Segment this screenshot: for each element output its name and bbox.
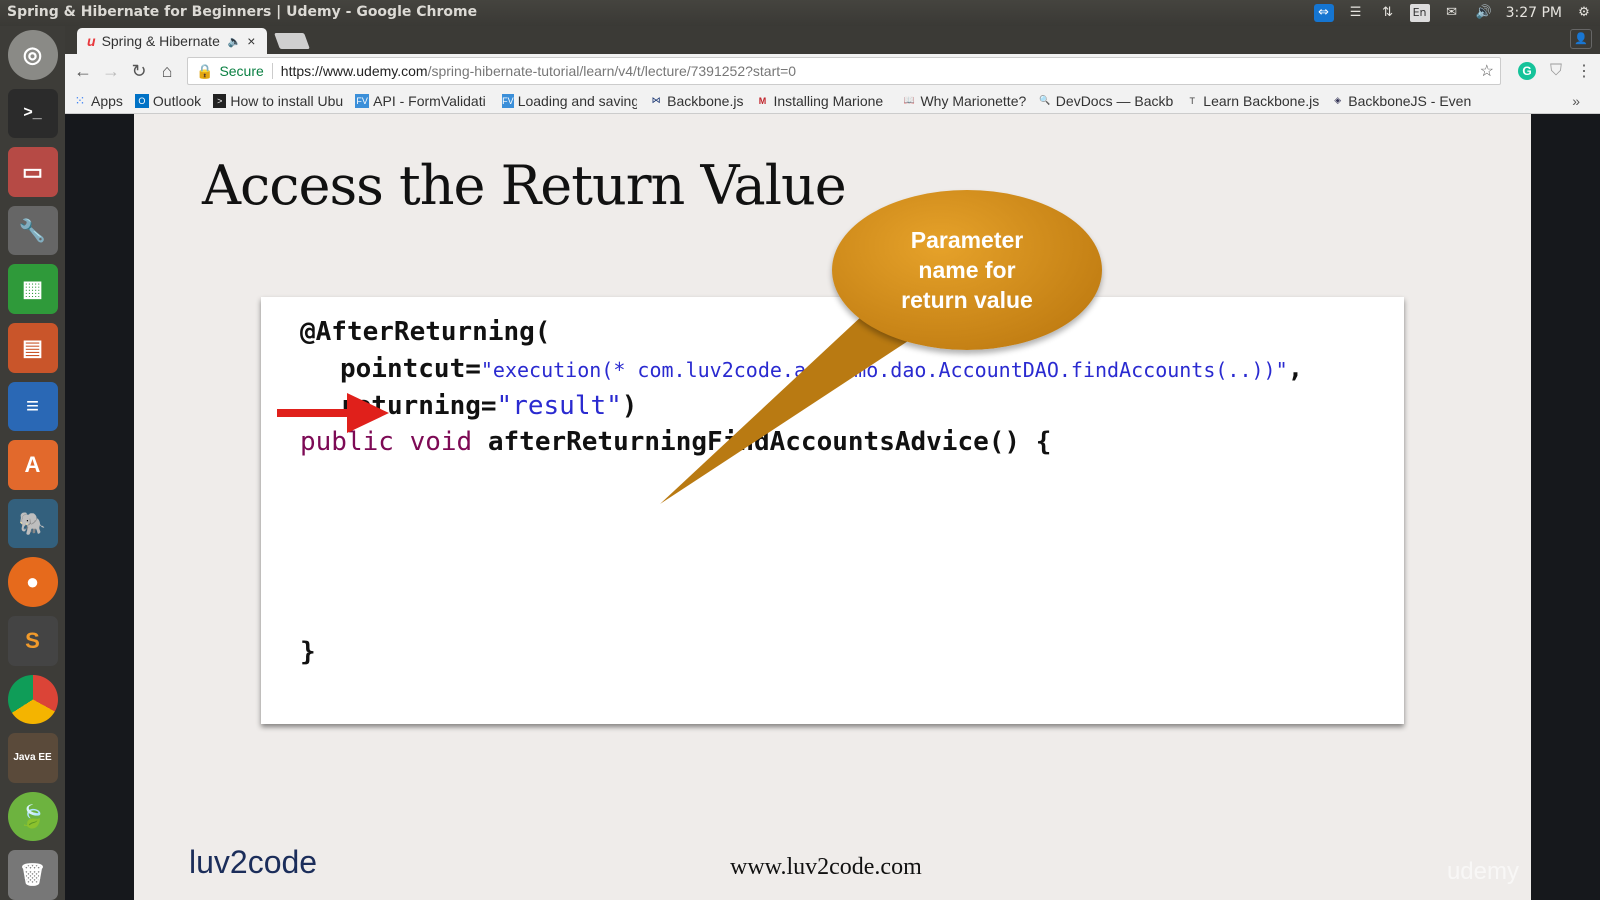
profile-button[interactable]: 👤 [1570, 29, 1592, 49]
mail-icon[interactable]: ✉ [1442, 4, 1462, 22]
url-path: /spring-hibernate-tutorial/learn/v4/t/le… [427, 63, 797, 79]
bookmark-label: Backbone.js [667, 92, 744, 109]
libreoffice-impress-icon[interactable]: ▤ [7, 322, 58, 373]
callout-bubble: Parameter name for return value [832, 190, 1102, 350]
luv2code-logo: luv2code [189, 844, 318, 880]
bookmark-label: API - FormValidati [373, 92, 486, 109]
system-tray: ⇔ ☰ ⇅ En ✉ 🔊 3:27 PM ⚙ [1313, 0, 1594, 26]
power-gear-icon[interactable]: ⚙ [1574, 4, 1594, 22]
bookmark-devdocs[interactable]: 🔍 DevDocs — Backb [1038, 93, 1173, 109]
red-arrow-icon [277, 393, 389, 433]
chrome-menu-icon[interactable]: ⋮ [1576, 61, 1592, 81]
bookmark-install-ubuntu[interactable]: > How to install Ubu [213, 93, 343, 109]
bookmark-installing-marionette[interactable]: M Installing Marione [755, 93, 890, 109]
website-url: www.luv2code.com [730, 854, 922, 880]
tab-strip: u Spring & Hibernate for Beginners | Ude… [65, 26, 1600, 54]
backbone-icon: ⋈ [651, 95, 661, 105]
video-player[interactable]: Access the Return Value @AfterReturning(… [65, 114, 1600, 900]
firefox-icon[interactable]: ● [7, 557, 58, 607]
unity-launcher: ◎ >_ ▭ 🔧 ▦ ▤ ≡ A 🐘 ● S Java EE 🍃 🗑 [0, 26, 65, 900]
lock-icon: 🔒 [196, 62, 214, 79]
callout-text: Parameter name for return value [901, 227, 1033, 313]
bookmarks-bar: ⁙ Apps O Outlook > How to install Ubu FV API… [65, 88, 1600, 114]
marionette-icon: M [758, 95, 767, 106]
udemy-watermark: udemy [1446, 858, 1519, 885]
fv-icon: FV [355, 93, 370, 108]
chrome-icon[interactable] [7, 674, 58, 725]
extensions: G ⛉ ⋮ [1517, 61, 1592, 81]
tab-title: Spring & Hibernate for Beginners | Udemy [101, 33, 222, 49]
bookmark-label: Outlook [152, 92, 202, 109]
libreoffice-calc-icon[interactable]: ▦ [7, 264, 58, 314]
clock[interactable]: 3:27 PM [1506, 1, 1562, 25]
files-icon[interactable]: ▭ [7, 147, 58, 197]
bookmark-formvalidation[interactable]: FV API - FormValidati [355, 93, 490, 109]
terminal-icon: > [213, 93, 227, 108]
tab-udemy[interactable]: u Spring & Hibernate for Beginners | Ude… [77, 28, 267, 54]
bookmark-label: Learn Backbone.js [1203, 92, 1320, 109]
grammarly-icon[interactable]: G [1517, 62, 1536, 80]
audio-playing-icon[interactable]: 🔈 [228, 35, 242, 48]
window-title: Spring & Hibernate for Beginners | Udemy… [7, 4, 478, 20]
network-icon[interactable]: ⇅ [1378, 4, 1398, 22]
reload-icon[interactable]: ↻ [125, 61, 153, 82]
more-bookmarks-chevron-icon[interactable]: » [1572, 93, 1580, 109]
fv-icon: FV [502, 93, 514, 108]
bookmark-label: BackboneJS - Even [1348, 92, 1472, 109]
shield-extension-icon[interactable]: ⛉ [1550, 62, 1562, 80]
t-icon: T [1189, 95, 1196, 106]
new-tab-button[interactable] [274, 33, 310, 49]
keyboard-layout-indicator[interactable]: En [1409, 4, 1430, 22]
window-titlebar: Spring & Hibernate for Beginners | Udemy… [0, 0, 1600, 26]
udemy-favicon-icon: u [87, 33, 96, 49]
bookmark-outlook[interactable]: O Outlook [134, 92, 202, 109]
lecture-slide: Access the Return Value @AfterReturning(… [134, 114, 1531, 900]
book-icon: 📖 [903, 95, 916, 105]
teamviewer-icon[interactable]: ⇔ [1313, 4, 1334, 22]
bookmark-label: Installing Marione [773, 92, 884, 109]
ubuntu-dash-icon[interactable]: ◎ [7, 30, 58, 80]
spring-tool-suite-icon[interactable]: 🍃 [7, 791, 58, 842]
forward-icon[interactable]: → [97, 61, 125, 82]
system-settings-icon[interactable]: 🔧 [7, 205, 58, 256]
bookmark-label: Apps [91, 92, 123, 109]
bookmark-apps[interactable]: ⁙ Apps [73, 93, 123, 109]
bookmark-label: Why Marionette? [920, 92, 1027, 109]
url-text[interactable]: https://www.udemy.com/spring-hibernate-t… [281, 63, 796, 79]
back-icon[interactable]: ← [69, 61, 97, 82]
terminal-icon[interactable]: >_ [7, 88, 58, 139]
eclipse-javaee-icon[interactable]: Java EE [7, 733, 58, 783]
sublime-text-icon[interactable]: S [7, 615, 58, 666]
volume-icon[interactable]: 🔊 [1474, 4, 1494, 22]
pgadmin-elephant-icon[interactable]: 🐘 [7, 498, 58, 549]
software-center-icon[interactable]: A [7, 440, 58, 490]
bookmark-backbonejs-events[interactable]: ◈ BackboneJS - Even [1331, 93, 1471, 109]
browser-toolbar: ← → ↻ ⌂ 🔒 Secure https://www.udemy.com/s… [65, 54, 1600, 88]
bookmark-label: DevDocs — Backb [1055, 92, 1174, 109]
url-host: https://www.udemy.com [280, 63, 428, 79]
bookmark-label: Loading and saving [517, 92, 638, 109]
bookmark-backbone[interactable]: ⋈ Backbone.js [649, 92, 744, 109]
trash-icon[interactable]: 🗑 [7, 850, 58, 900]
outlook-icon: O [134, 93, 149, 108]
indicator-list-icon[interactable]: ☰ [1346, 4, 1366, 22]
libreoffice-writer-icon[interactable]: ≡ [7, 381, 58, 432]
bookmark-loading-saving[interactable]: FV Loading and saving [502, 93, 637, 109]
close-tab-icon[interactable]: × [247, 33, 255, 49]
address-bar[interactable]: 🔒 Secure https://www.udemy.com/spring-hi… [187, 57, 1501, 85]
search-doc-icon: 🔍 [1039, 95, 1051, 105]
apps-grid-icon: ⁙ [74, 92, 86, 108]
bookmark-learn-backbone[interactable]: T Learn Backbone.js [1185, 92, 1320, 109]
secure-label: Secure [219, 63, 273, 79]
bookmark-label: How to install Ubu [230, 92, 344, 109]
bookmark-star-icon[interactable]: ☆ [1480, 61, 1494, 81]
callout-pointer [660, 314, 934, 504]
diamond-icon: ◈ [1334, 95, 1342, 105]
bookmark-why-marionette[interactable]: 📖 Why Marionette? [902, 93, 1026, 109]
home-icon[interactable]: ⌂ [153, 61, 181, 82]
